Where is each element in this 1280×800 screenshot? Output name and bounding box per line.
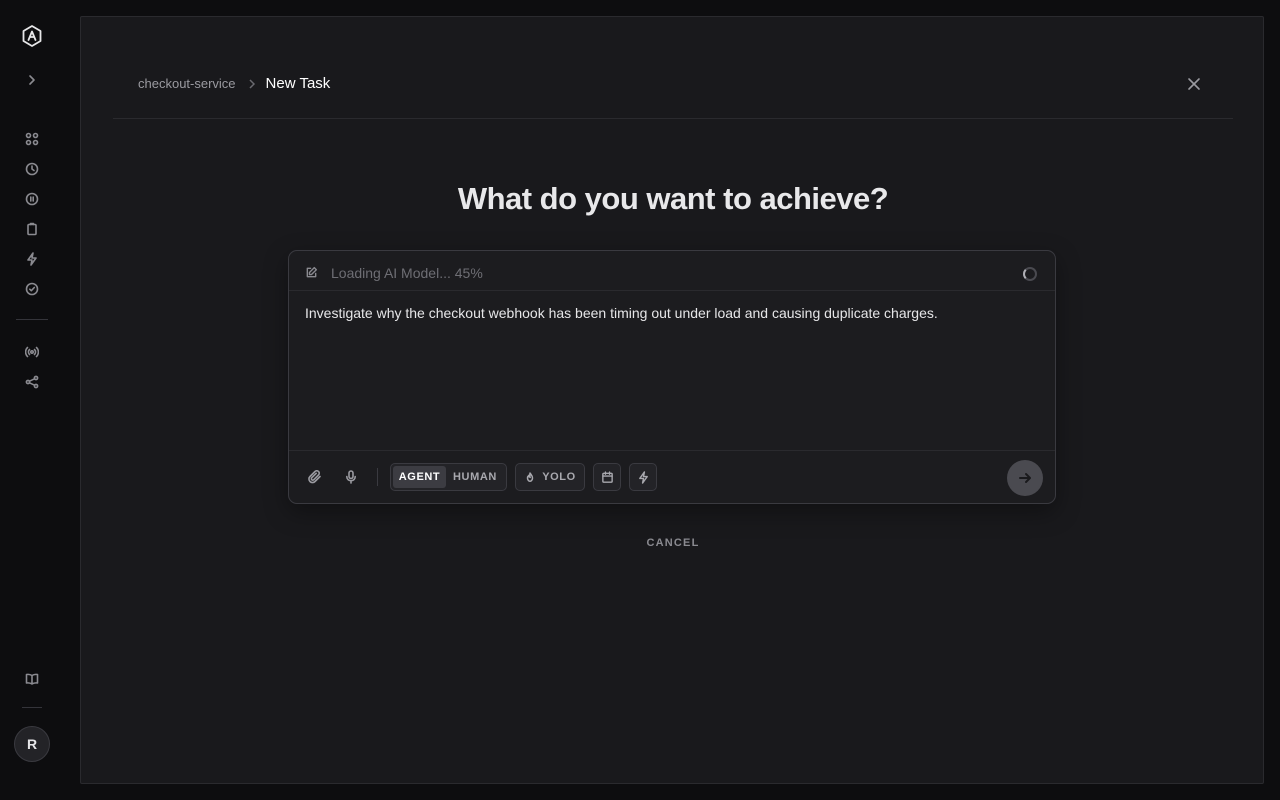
user-avatar[interactable]: R xyxy=(14,726,50,762)
expand-icon[interactable] xyxy=(22,70,42,90)
calendar-icon xyxy=(601,470,613,483)
breadcrumb-parent[interactable]: checkout-service xyxy=(138,76,236,91)
yolo-label: YOLO xyxy=(542,471,576,483)
dashboard-icon[interactable] xyxy=(22,129,42,149)
microphone-icon[interactable] xyxy=(341,467,361,487)
yolo-button[interactable]: YOLO xyxy=(515,463,585,491)
bolt-icon[interactable] xyxy=(22,249,42,269)
docs-icon[interactable] xyxy=(22,669,42,689)
cancel-button[interactable]: CANCEL xyxy=(81,537,1265,549)
bolt-icon xyxy=(638,470,648,484)
sidebar: R xyxy=(0,0,64,800)
sidebar-divider xyxy=(16,319,48,320)
toolbar-divider xyxy=(377,468,378,486)
flame-icon xyxy=(526,472,534,483)
share-icon[interactable] xyxy=(22,372,42,392)
breadcrumb-current: New Task xyxy=(265,75,331,92)
sidebar-divider-bottom xyxy=(22,707,42,708)
loading-spinner-icon xyxy=(1023,267,1037,281)
check-circle-icon[interactable] xyxy=(22,279,42,299)
attach-icon[interactable] xyxy=(305,467,325,487)
mode-toggle: AGENT HUMAN xyxy=(390,463,507,491)
clipboard-icon[interactable] xyxy=(22,219,42,239)
arrow-right-icon xyxy=(1019,473,1031,483)
task-input[interactable]: Investigate why the checkout webhook has… xyxy=(305,303,1041,323)
broadcast-icon[interactable] xyxy=(22,342,42,362)
mode-human-button[interactable]: HUMAN xyxy=(446,466,504,488)
quick-action-button[interactable] xyxy=(629,463,657,491)
mode-agent-button[interactable]: AGENT xyxy=(393,466,446,488)
task-composer: Loading AI Model... 45% Investigate why … xyxy=(288,250,1056,504)
loading-status: Loading AI Model... 45% xyxy=(331,265,483,281)
page-title: What do you want to achieve? xyxy=(457,181,889,216)
history-icon[interactable] xyxy=(22,159,42,179)
panel-header: checkout-service New Task xyxy=(113,17,1233,119)
composer-status-bar: Loading AI Model... 45% xyxy=(289,251,1055,291)
new-task-panel: checkout-service New Task What do you wa… xyxy=(80,16,1264,784)
composer-toolbar: AGENT HUMAN YOLO xyxy=(289,450,1055,504)
avatar-initial: R xyxy=(26,736,38,752)
close-icon[interactable] xyxy=(1185,75,1203,93)
edit-icon xyxy=(305,266,319,280)
chevron-right-icon xyxy=(248,78,256,89)
logo-icon[interactable] xyxy=(21,24,43,48)
paused-icon[interactable] xyxy=(22,189,42,209)
breadcrumb: checkout-service New Task xyxy=(138,75,330,92)
schedule-button[interactable] xyxy=(593,463,621,491)
send-button[interactable] xyxy=(1007,460,1043,496)
